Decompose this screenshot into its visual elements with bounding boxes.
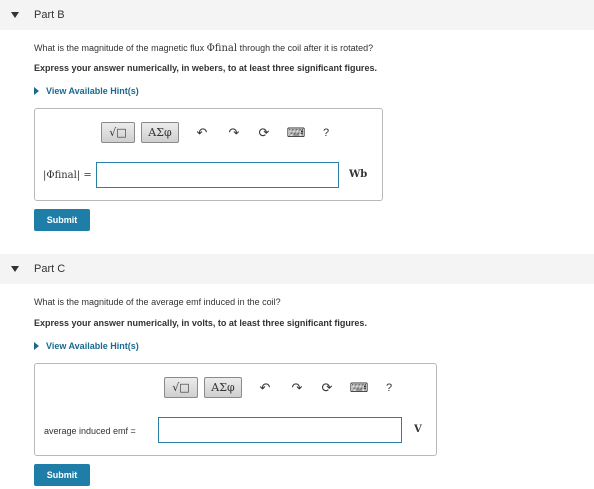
part-b-answer-box: √□ ΑΣφ ↶ ↷ ⟳ ⌨ ? |Φfinal| = Wb (34, 108, 383, 201)
phi-final-input-label: |Φfinal| = (43, 170, 92, 181)
average-emf-answer-input[interactable] (158, 417, 402, 443)
redo-icon[interactable]: ↷ (290, 380, 304, 395)
reset-icon[interactable]: ⟳ (320, 380, 334, 395)
keyboard-icon[interactable]: ⌨ (350, 380, 369, 395)
part-c-title: Part C (34, 263, 66, 275)
webers-unit: Wb (349, 169, 368, 180)
collapse-caret-icon[interactable] (11, 12, 19, 18)
part-b-submit-button[interactable]: Submit (34, 209, 90, 231)
part-b-hint-link[interactable]: View Available Hint(s) (34, 86, 139, 96)
reset-icon[interactable]: ⟳ (257, 125, 271, 140)
volts-unit: V (414, 424, 422, 435)
part-c-question: What is the magnitude of the average emf… (34, 297, 281, 307)
greek-symbols-button[interactable]: ΑΣφ (141, 122, 179, 143)
undo-icon[interactable]: ↶ (258, 380, 272, 395)
phi-final-answer-input[interactable] (96, 162, 339, 188)
part-c-header[interactable]: Part C (0, 254, 594, 284)
part-b-instruction: Express your answer numerically, in webe… (34, 63, 377, 73)
templates-button[interactable]: √□ (101, 122, 135, 143)
keyboard-icon[interactable]: ⌨ (287, 125, 306, 140)
collapse-caret-icon[interactable] (11, 266, 19, 272)
undo-icon[interactable]: ↶ (195, 125, 209, 140)
hint-triangle-icon (34, 342, 39, 350)
hint-triangle-icon (34, 87, 39, 95)
part-b-header[interactable]: Part B (0, 0, 594, 30)
average-emf-input-label: average induced emf = (44, 426, 136, 436)
part-b-title: Part B (34, 9, 65, 21)
help-icon[interactable]: ? (319, 126, 333, 140)
part-c-submit-button[interactable]: Submit (34, 464, 90, 486)
part-c-answer-box: √□ ΑΣφ ↶ ↷ ⟳ ⌨ ? average induced emf = V (34, 363, 437, 456)
part-b-question: What is the magnitude of the magnetic fl… (34, 43, 374, 54)
greek-symbols-button[interactable]: ΑΣφ (204, 377, 242, 398)
part-c-instruction: Express your answer numerically, in volt… (34, 318, 367, 328)
redo-icon[interactable]: ↷ (227, 125, 241, 140)
help-icon[interactable]: ? (382, 381, 396, 395)
part-c-hint-link[interactable]: View Available Hint(s) (34, 341, 139, 351)
templates-button[interactable]: √□ (164, 377, 198, 398)
phi-final-symbol: Φfinal (206, 43, 238, 54)
